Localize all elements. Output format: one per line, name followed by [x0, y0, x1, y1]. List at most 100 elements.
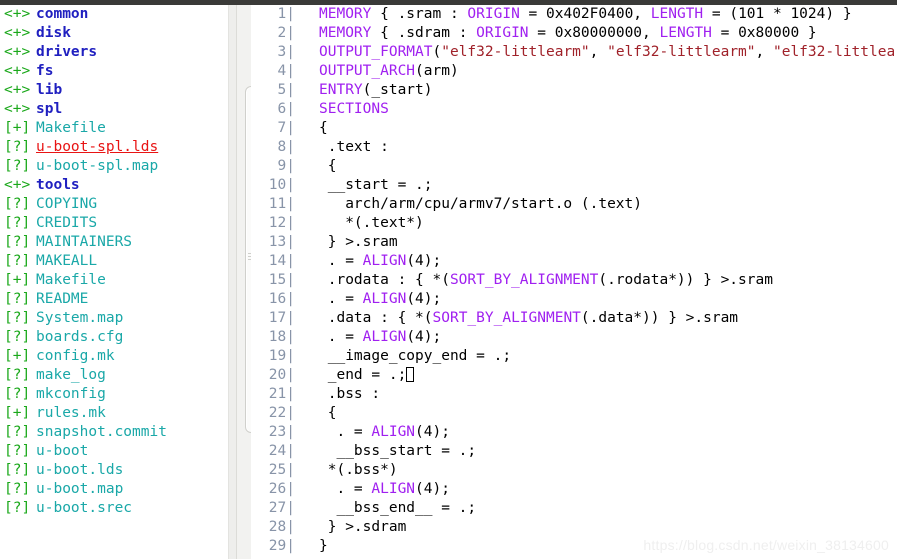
- tree-item-common[interactable]: <+> common: [0, 5, 228, 24]
- tree-item-credits[interactable]: [?] CREDITS: [0, 214, 228, 233]
- code-line[interactable]: 25| *(.bss*): [251, 461, 897, 480]
- code-line[interactable]: 5| ENTRY(_start): [251, 81, 897, 100]
- code-line[interactable]: 15| .rodata : { *(SORT_BY_ALIGNMENT(.rod…: [251, 271, 897, 290]
- code-line-text: __start = .;: [297, 176, 433, 195]
- code-line[interactable]: 16| . = ALIGN(4);: [251, 290, 897, 309]
- tree-item-fs[interactable]: <+> fs: [0, 62, 228, 81]
- code-line[interactable]: 7| {: [251, 119, 897, 138]
- line-number: 11|: [251, 195, 297, 214]
- file-status-icon[interactable]: [?]: [4, 157, 36, 176]
- tree-item-rules-mk[interactable]: [+] rules.mk: [0, 404, 228, 423]
- code-line[interactable]: 13| } >.sram: [251, 233, 897, 252]
- file-status-icon[interactable]: [?]: [4, 499, 36, 518]
- line-number-separator: |: [286, 272, 295, 288]
- file-status-icon[interactable]: [?]: [4, 195, 36, 214]
- file-status-icon[interactable]: [?]: [4, 233, 36, 252]
- folder-toggle-icon[interactable]: <+>: [4, 81, 36, 100]
- file-status-icon[interactable]: [?]: [4, 214, 36, 233]
- file-status-icon[interactable]: [+]: [4, 119, 36, 138]
- line-number-separator: |: [286, 310, 295, 326]
- tree-item-tools[interactable]: <+> tools: [0, 176, 228, 195]
- tree-item-spl[interactable]: <+> spl: [0, 100, 228, 119]
- file-status-icon[interactable]: [?]: [4, 252, 36, 271]
- tree-item-u-boot-spl-map[interactable]: [?] u-boot-spl.map: [0, 157, 228, 176]
- tree-item-makefile[interactable]: [+] Makefile: [0, 119, 228, 138]
- tree-item-boards-cfg[interactable]: [?] boards.cfg: [0, 328, 228, 347]
- tree-item-make-log[interactable]: [?] make_log: [0, 366, 228, 385]
- folder-toggle-icon[interactable]: <+>: [4, 100, 36, 119]
- file-status-icon[interactable]: [?]: [4, 309, 36, 328]
- tree-item-config-mk[interactable]: [+] config.mk: [0, 347, 228, 366]
- line-number: 9|: [251, 157, 297, 176]
- code-line[interactable]: 10| __start = .;: [251, 176, 897, 195]
- folder-toggle-icon[interactable]: <+>: [4, 176, 36, 195]
- tree-item-u-boot-spl-lds[interactable]: [?] u-boot-spl.lds: [0, 138, 228, 157]
- code-line[interactable]: 22| {: [251, 404, 897, 423]
- code-line[interactable]: 20| _end = .;: [251, 366, 897, 385]
- code-line[interactable]: 1| MEMORY { .sram : ORIGIN = 0x402F0400, …: [251, 5, 897, 24]
- tree-item-makefile[interactable]: [+] Makefile: [0, 271, 228, 290]
- code-line[interactable]: 8| .text :: [251, 138, 897, 157]
- tree-item-readme[interactable]: [?] README: [0, 290, 228, 309]
- file-tree-pane[interactable]: <+> common <+> disk <+> drivers <+> fs <+> lib <+>…: [0, 5, 228, 559]
- file-status-icon[interactable]: [?]: [4, 366, 36, 385]
- folder-toggle-icon[interactable]: <+>: [4, 43, 36, 62]
- code-line[interactable]: 11| arch/arm/cpu/armv7/start.o (.text): [251, 195, 897, 214]
- tree-item-drivers[interactable]: <+> drivers: [0, 43, 228, 62]
- code-line[interactable]: 14| . = ALIGN(4);: [251, 252, 897, 271]
- tree-item-label: Makefile: [36, 120, 106, 136]
- code-line[interactable]: 19| __image_copy_end = .;: [251, 347, 897, 366]
- folder-toggle-icon[interactable]: <+>: [4, 24, 36, 43]
- file-status-icon[interactable]: [+]: [4, 347, 36, 366]
- code-line[interactable]: 23| . = ALIGN(4);: [251, 423, 897, 442]
- code-token-kw: OUTPUT_FORMAT: [319, 44, 433, 60]
- tree-item-maintainers[interactable]: [?] MAINTAINERS: [0, 233, 228, 252]
- line-number-separator: |: [286, 538, 295, 554]
- file-status-icon[interactable]: [?]: [4, 290, 36, 309]
- file-status-icon[interactable]: [+]: [4, 271, 36, 290]
- file-status-icon[interactable]: [?]: [4, 328, 36, 347]
- tree-item-u-boot[interactable]: [?] u-boot: [0, 442, 228, 461]
- tree-item-snapshot-commit[interactable]: [?] snapshot.commit: [0, 423, 228, 442]
- code-line[interactable]: 9| {: [251, 157, 897, 176]
- vertical-scrollbar-track[interactable]: [236, 5, 259, 559]
- pane-splitter[interactable]: [228, 5, 259, 559]
- code-editor-pane[interactable]: 1| MEMORY { .sram : ORIGIN = 0x402F0400, …: [251, 5, 897, 559]
- code-line[interactable]: 18| . = ALIGN(4);: [251, 328, 897, 347]
- tree-item-u-boot-lds[interactable]: [?] u-boot.lds: [0, 461, 228, 480]
- tree-item-copying[interactable]: [?] COPYING: [0, 195, 228, 214]
- code-line[interactable]: 26| . = ALIGN(4);: [251, 480, 897, 499]
- code-token-plain: *(.bss*): [319, 462, 398, 478]
- code-line[interactable]: 29|}: [251, 537, 897, 556]
- code-line[interactable]: 3| OUTPUT_FORMAT("elf32-littlearm", "elf3…: [251, 43, 897, 62]
- folder-toggle-icon[interactable]: <+>: [4, 62, 36, 81]
- tree-item-label: u-boot: [36, 443, 89, 459]
- code-line[interactable]: 4| OUTPUT_ARCH(arm): [251, 62, 897, 81]
- code-line[interactable]: 17| .data : { *(SORT_BY_ALIGNMENT(.data*…: [251, 309, 897, 328]
- tree-item-u-boot-srec[interactable]: [?] u-boot.srec: [0, 499, 228, 518]
- code-line[interactable]: 12| *(.text*): [251, 214, 897, 233]
- tree-item-makeall[interactable]: [?] MAKEALL: [0, 252, 228, 271]
- code-token-plain: . =: [319, 291, 363, 307]
- line-number-separator: |: [286, 196, 295, 212]
- file-status-icon[interactable]: [+]: [4, 404, 36, 423]
- code-line[interactable]: 24| __bss_start = .;: [251, 442, 897, 461]
- tree-item-u-boot-map[interactable]: [?] u-boot.map: [0, 480, 228, 499]
- code-line[interactable]: 27| __bss_end__ = .;: [251, 499, 897, 518]
- code-token-kw: ALIGN: [371, 424, 416, 440]
- file-status-icon[interactable]: [?]: [4, 461, 36, 480]
- tree-item-disk[interactable]: <+> disk: [0, 24, 228, 43]
- file-status-icon[interactable]: [?]: [4, 138, 36, 157]
- file-status-icon[interactable]: [?]: [4, 480, 36, 499]
- code-line[interactable]: 21| .bss :: [251, 385, 897, 404]
- file-status-icon[interactable]: [?]: [4, 442, 36, 461]
- tree-item-mkconfig[interactable]: [?] mkconfig: [0, 385, 228, 404]
- folder-toggle-icon[interactable]: <+>: [4, 5, 36, 24]
- file-status-icon[interactable]: [?]: [4, 385, 36, 404]
- file-status-icon[interactable]: [?]: [4, 423, 36, 442]
- tree-item-system-map[interactable]: [?] System.map: [0, 309, 228, 328]
- tree-item-lib[interactable]: <+> lib: [0, 81, 228, 100]
- code-line[interactable]: 2| MEMORY { .sdram : ORIGIN = 0x80000000,…: [251, 24, 897, 43]
- code-line[interactable]: 28| } >.sdram: [251, 518, 897, 537]
- code-line[interactable]: 6| SECTIONS: [251, 100, 897, 119]
